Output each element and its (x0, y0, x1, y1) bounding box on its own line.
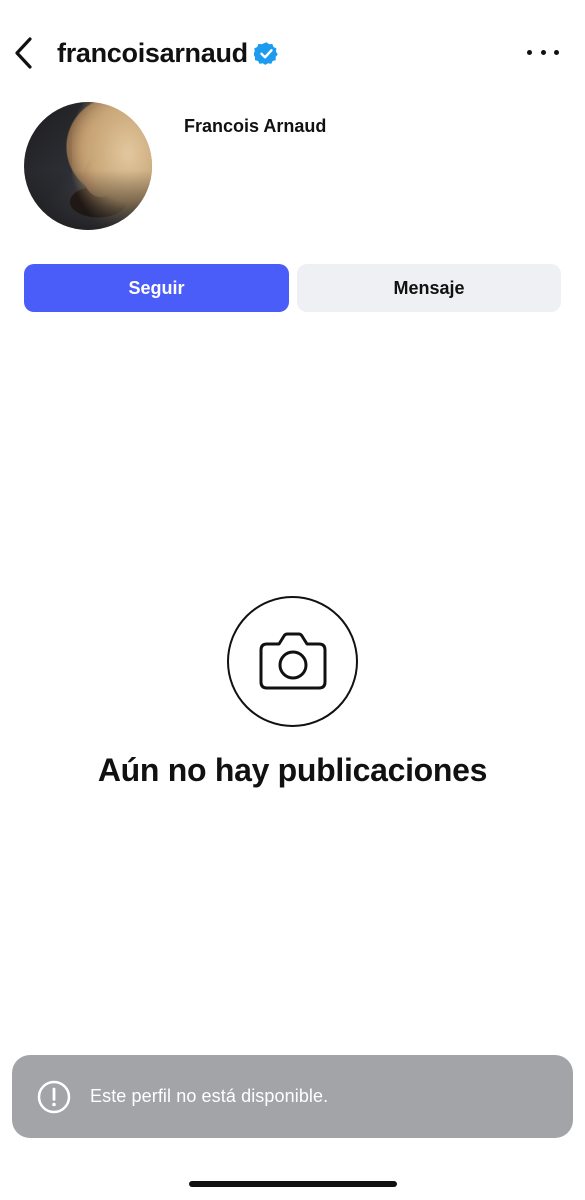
follow-button[interactable]: Seguir (24, 264, 289, 312)
toast-notification: Este perfil no está disponible. (12, 1055, 573, 1138)
camera-icon (259, 632, 326, 689)
home-indicator[interactable] (189, 1181, 397, 1187)
avatar[interactable] (24, 102, 152, 230)
username-row: francoisarnaud (57, 37, 279, 69)
toast-message: Este perfil no está disponible. (90, 1086, 329, 1106)
profile-screen: francoisarnaud Francois Arnaud Seguir Me… (0, 0, 585, 1200)
verified-badge-icon (253, 41, 278, 65)
avatar-shade (24, 170, 152, 230)
more-dot-icon (554, 49, 559, 55)
message-button[interactable]: Mensaje (297, 264, 561, 312)
display-name: Francois Arnaud (184, 116, 327, 136)
top-bar: francoisarnaud (0, 20, 585, 86)
username: francoisarnaud (57, 37, 248, 68)
alert-circle-icon (37, 1080, 71, 1113)
back-button[interactable] (8, 34, 40, 72)
empty-state-title: Aún no hay publicaciones (97, 752, 488, 788)
more-dot-icon (527, 49, 532, 55)
more-options-button[interactable] (527, 40, 559, 64)
more-dot-icon (540, 49, 546, 55)
empty-state-icon-circle (227, 596, 358, 727)
chevron-left-icon (15, 37, 32, 69)
